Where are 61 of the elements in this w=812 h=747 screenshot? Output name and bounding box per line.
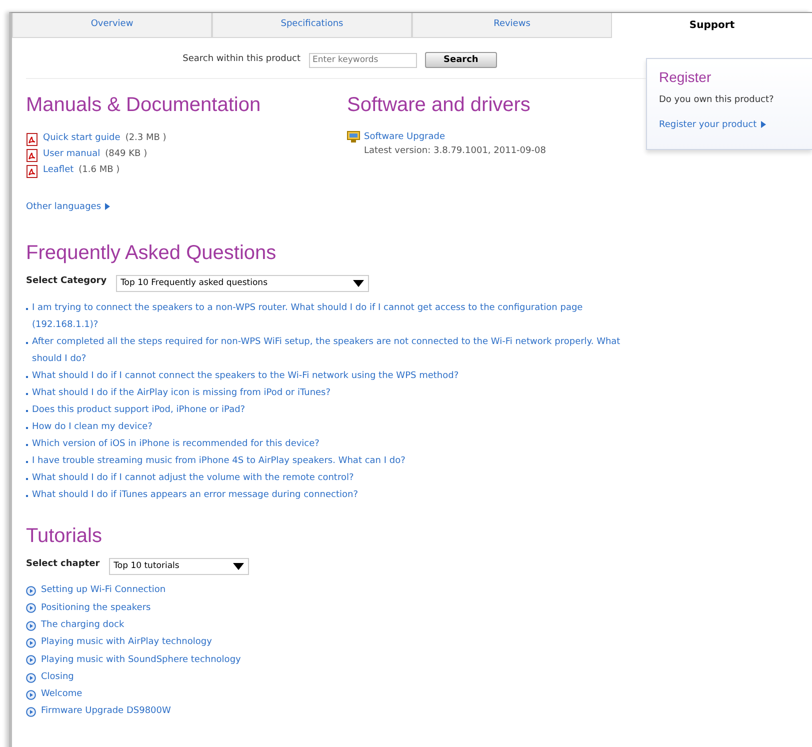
section-heading: Manuals & Documentation (26, 93, 262, 117)
play-icon (26, 672, 36, 683)
caret-icon (105, 202, 110, 212)
pdf-icon (26, 132, 38, 146)
tab[interactable]: Specifications (212, 13, 412, 38)
dropdown-arrow-icon (232, 562, 244, 570)
pdf-icon (26, 164, 38, 178)
tutorial-link[interactable]: Closing (41, 670, 74, 684)
tutorial-link[interactable]: Playing music with AirPlay technology (41, 636, 212, 650)
tutorial-link[interactable]: Welcome (41, 688, 82, 702)
document-link[interactable]: User manual (43, 148, 100, 162)
tutorial-link[interactable]: Setting up Wi-Fi Connection (41, 584, 166, 598)
tab[interactable]: Overview (12, 13, 212, 38)
file-size: (849 KB ) (105, 148, 148, 162)
other-languages-link[interactable]: Other languages (26, 201, 102, 214)
faq-link[interactable]: After completed all the steps required for non-WPS WiFi setup, the speakers are not connected to the Wi-Fi network properly. What should I do? (32, 334, 624, 368)
caret-icon (760, 120, 766, 130)
faq-link[interactable]: I have trouble streaming music from iPhone 4S to AirPlay speakers. What can I do? (32, 452, 406, 470)
tab[interactable]: Reviews (412, 13, 612, 38)
monitor-icon (347, 131, 360, 143)
faq-link[interactable]: What should I do if I cannot connect the speakers to the Wi-Fi network using the WPS method? (32, 368, 459, 384)
play-icon (26, 620, 36, 631)
register-link[interactable]: Register your product (659, 120, 757, 130)
faq-link[interactable]: Does this product support iPod, iPhone or iPad? (32, 402, 246, 418)
faq-link[interactable]: I am trying to connect the speakers to a non-WPS router. What should I do if I cannot get access to the configuration page (192.168.1.1)? (32, 300, 624, 334)
register-heading: Register (659, 69, 712, 86)
tutorial-link[interactable]: Playing music with SoundSphere technology (41, 654, 241, 668)
document-link[interactable]: Leaflet (43, 164, 74, 178)
play-icon (26, 707, 36, 718)
play-icon (26, 603, 36, 614)
play-icon (26, 586, 36, 596)
search-field[interactable]: Enter keywords (308, 52, 416, 68)
select-label: Select chapter (26, 558, 100, 570)
category-dropdown[interactable]: Top 10 Frequently asked questions (116, 274, 369, 292)
faq-link[interactable]: How do I clean my device? (32, 418, 152, 436)
section-heading: Tutorials (26, 524, 103, 548)
select-label: Select Category (26, 274, 107, 288)
tab[interactable]: Support (612, 13, 812, 38)
play-icon (26, 690, 36, 700)
software-link[interactable]: Software Upgrade (364, 131, 546, 144)
play-icon (26, 655, 36, 666)
section-heading: Software and drivers (347, 93, 532, 117)
search-label: Search within this product (182, 53, 300, 66)
play-icon (26, 638, 36, 648)
tutorial-link[interactable]: The charging dock (41, 618, 124, 632)
file-size: (2.3 MB ) (125, 132, 166, 146)
tutorial-link[interactable]: Positioning the speakers (41, 602, 151, 616)
tutorial-link[interactable]: Firmware Upgrade DS9800W (41, 705, 171, 719)
search-button[interactable]: Search (424, 52, 498, 68)
faq-link[interactable]: Which version of iOS in iPhone is recommended for this device? (32, 436, 320, 452)
pdf-icon (26, 148, 38, 162)
category-dropdown[interactable]: Top 10 tutorials (108, 558, 249, 574)
section-heading: Frequently Asked Questions (26, 240, 278, 264)
document-link[interactable]: Quick start guide (43, 132, 120, 146)
dropdown-arrow-icon (352, 280, 364, 286)
faq-link[interactable]: What should I do if I cannot adjust the volume with the remote control? (32, 470, 354, 486)
file-size: (1.6 MB ) (78, 164, 120, 178)
faq-link[interactable]: What should I do if the AirPlay icon is missing from iPod or iTunes? (32, 384, 331, 402)
version-text: Latest version: 3.8.79.1001, 2011-09-08 (364, 144, 546, 158)
faq-link[interactable]: What should I do if iTunes appears an error message during connection? (32, 486, 358, 504)
register-question: Do you own this product? (659, 94, 775, 107)
